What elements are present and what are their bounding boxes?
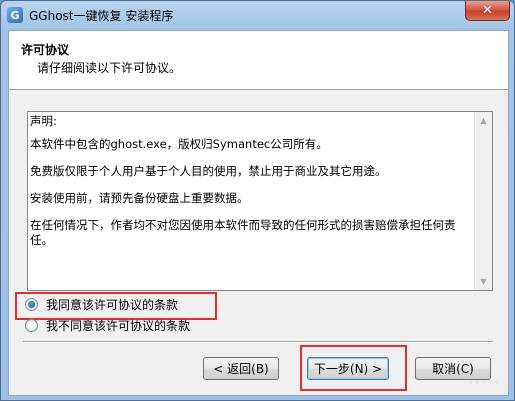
button-separator [23, 341, 493, 343]
window-title: GGhost一键恢复 安装程序 [29, 9, 174, 23]
title-bar[interactable]: G GGhost一键恢复 安装程序 ✕ [1, 1, 514, 29]
wizard-header: 许可协议 请仔细阅读以下许可协议。 [9, 31, 508, 90]
disagree-label: 我不同意该许可协议的条款 [46, 318, 191, 333]
license-paragraph: 在任何情况下，作者均不对您因使用本软件而导致的任何形式的损害赔偿承担任何责任。 [30, 218, 456, 247]
disagree-option[interactable]: 我不同意该许可协议的条款 [25, 316, 190, 334]
highlight-box-next [300, 345, 407, 391]
scroll-up-arrow-icon[interactable]: ▲ [475, 112, 492, 129]
vertical-scrollbar[interactable]: ▲ ▼ [474, 112, 492, 290]
disagree-radio[interactable] [25, 318, 38, 332]
license-paragraph: 本软件中包含的ghost.exe，版权归Symantec公司所有。 [30, 137, 328, 151]
scroll-down-arrow-icon[interactable]: ▼ [475, 273, 492, 290]
license-paragraph: 免费版仅限于个人用户基于个人目的使用，禁止用于商业及其它用途。 [30, 164, 387, 178]
app-icon: G [7, 7, 23, 23]
close-button[interactable]: ✕ [465, 1, 510, 21]
watermark: ◦◦◦◦◦ [467, 376, 500, 389]
license-paragraph: 声明: [30, 114, 57, 128]
page-subtitle: 请仔细阅读以下许可协议。 [37, 61, 182, 75]
installer-window: G GGhost一键恢复 安装程序 ✕ 许可协议 请仔细阅读以下许可协议。 声明… [0, 0, 515, 401]
license-textbox[interactable]: 声明: 本软件中包含的ghost.exe，版权归Symantec公司所有。 免费… [27, 111, 493, 291]
back-button[interactable]: < 返回(B) [203, 357, 279, 380]
wizard-body: 许可协议 请仔细阅读以下许可协议。 声明: 本软件中包含的ghost.exe，版… [8, 30, 509, 396]
page-title: 许可协议 [21, 43, 70, 57]
license-text: 声明: 本软件中包含的ghost.exe，版权归Symantec公司所有。 免费… [30, 114, 470, 260]
license-paragraph: 安装使用前，请预先备份硬盘上重要数据。 [30, 191, 249, 205]
